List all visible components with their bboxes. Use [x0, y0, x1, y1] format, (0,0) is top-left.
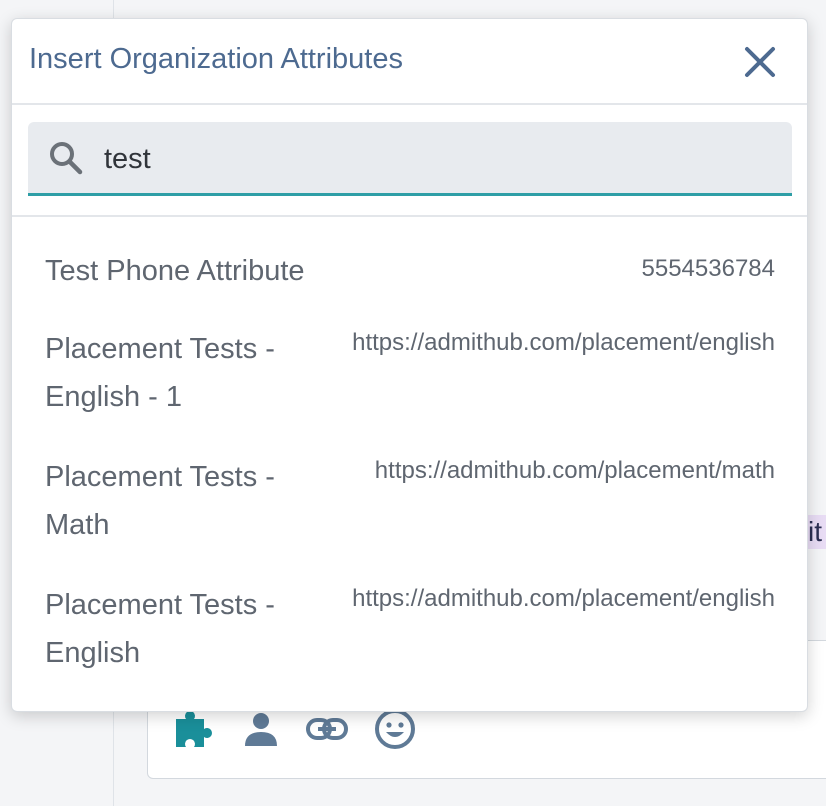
link-icon[interactable] — [306, 714, 348, 744]
list-item[interactable]: Placement Tests - English https://admith… — [12, 549, 807, 677]
attribute-name: Test Phone Attribute — [45, 255, 305, 287]
attribute-name: Placement Tests - English — [45, 589, 275, 669]
close-button[interactable] — [743, 45, 777, 79]
insert-attributes-modal: Insert Organization Attributes Test Phon… — [11, 18, 808, 712]
highlighted-text-fragment: it — [808, 515, 826, 549]
editor-toolbar — [172, 708, 416, 750]
search-icon — [48, 140, 84, 181]
puzzle-icon[interactable] — [172, 709, 216, 749]
attribute-value: 5554536784 — [641, 255, 775, 282]
modal-title: Insert Organization Attributes — [29, 43, 403, 75]
attribute-name: Placement Tests - Math — [45, 461, 275, 541]
results-list: Test Phone Attribute 5554536784 Placemen… — [12, 217, 807, 677]
list-item[interactable]: Test Phone Attribute 5554536784 — [12, 217, 807, 295]
search-area — [12, 105, 807, 217]
close-icon — [745, 47, 775, 77]
modal-header: Insert Organization Attributes — [12, 19, 807, 105]
search-input[interactable] — [102, 134, 766, 184]
smiley-icon[interactable] — [374, 708, 416, 750]
attribute-value: https://admithub.com/placement/math — [374, 457, 775, 484]
attribute-value: https://admithub.com/placement/english — [352, 329, 775, 356]
search-box[interactable] — [28, 122, 792, 196]
attribute-name: Placement Tests - English - 1 — [45, 333, 275, 413]
attribute-value: https://admithub.com/placement/english — [352, 585, 775, 612]
person-icon[interactable] — [242, 710, 280, 748]
list-item[interactable]: Placement Tests - English - 1 https://ad… — [12, 295, 807, 421]
list-item[interactable]: Placement Tests - Math https://admithub.… — [12, 421, 807, 549]
